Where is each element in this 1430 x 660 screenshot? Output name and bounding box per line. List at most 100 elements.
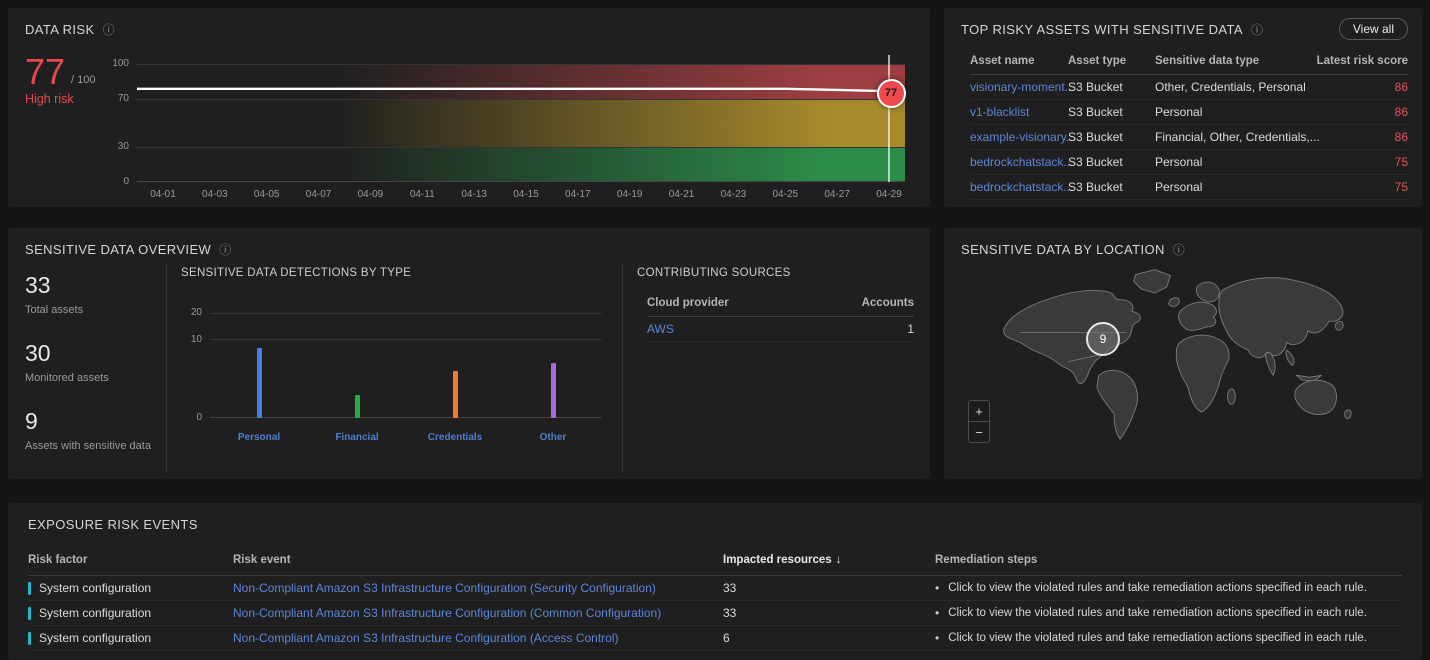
remediation-text: Click to view the violated rules and tak… xyxy=(948,582,1367,594)
x-axis-tick: 04-23 xyxy=(709,189,757,200)
col-accounts: Accounts xyxy=(844,297,914,309)
overview-stat: 9Assets with sensitive data xyxy=(25,410,151,452)
view-all-button[interactable]: View all xyxy=(1339,18,1408,40)
contributing-sources-header: Cloud provider Accounts xyxy=(647,290,914,317)
y-axis-tick: 20 xyxy=(178,307,202,318)
bullet-icon: • xyxy=(935,581,939,595)
stat-label: Monitored assets xyxy=(25,372,109,384)
bar-other[interactable] xyxy=(551,363,556,418)
remediation-text: Click to view the violated rules and tak… xyxy=(948,632,1367,644)
contributing-sources-table: Cloud provider Accounts AWS1 xyxy=(647,290,914,342)
bar-category-label[interactable]: Credentials xyxy=(405,432,505,443)
zoom-out-button[interactable]: − xyxy=(968,421,990,443)
stat-value: 33 xyxy=(25,274,83,297)
risk-factor-cell: System configuration xyxy=(28,606,233,620)
bar-credentials[interactable] xyxy=(453,371,458,418)
sensitive-data-type-cell: Financial, Other, Credentials,... xyxy=(1155,130,1315,144)
risk-score-marker[interactable]: 77 xyxy=(877,79,906,108)
stat-value: 30 xyxy=(25,342,109,365)
bar-category-label[interactable]: Financial xyxy=(307,432,407,443)
detections-by-type-chart: 20100PersonalFinancialCredentialsOther xyxy=(210,313,602,418)
world-map[interactable]: 9 xyxy=(984,261,1384,445)
asset-type-cell: S3 Bucket xyxy=(1068,180,1155,194)
gridline xyxy=(210,339,602,340)
col-risk-event[interactable]: Risk event xyxy=(233,554,723,566)
divider xyxy=(622,264,623,473)
overview-stat: 33 Total assets xyxy=(25,274,83,316)
col-remediation-steps[interactable]: Remediation steps xyxy=(935,554,1402,566)
y-axis-tick: 0 xyxy=(95,176,129,187)
col-asset-name: Asset name xyxy=(970,55,1068,67)
asset-name-link[interactable]: v1-blacklist xyxy=(970,105,1068,119)
sensitive-data-type-cell: Personal xyxy=(1155,180,1315,194)
risk-score-cell: 75 xyxy=(1315,155,1408,169)
y-axis-tick: 10 xyxy=(178,334,202,345)
risk-event-link[interactable]: Non-Compliant Amazon S3 Infrastructure C… xyxy=(233,631,723,645)
exposure-table-header: Risk factor Risk event Impacted resource… xyxy=(28,545,1402,576)
asset-name-link[interactable]: bedrockchatstack... xyxy=(970,180,1068,194)
x-axis-tick: 04-03 xyxy=(191,189,239,200)
bullet-icon: • xyxy=(935,606,939,620)
asset-name-link[interactable]: bedrockchatstack... xyxy=(970,155,1068,169)
zoom-in-button[interactable]: + xyxy=(968,400,990,422)
sensitive-data-overview-panel: SENSITIVE DATA OVERVIEW ⓘ 33 Total assets… xyxy=(8,228,930,479)
x-axis-tick: 04-09 xyxy=(346,189,394,200)
y-axis-tick: 0 xyxy=(178,412,202,423)
risk-score-value: 77 xyxy=(25,56,65,88)
x-axis-tick: 04-15 xyxy=(502,189,550,200)
col-risk-factor[interactable]: Risk factor xyxy=(28,554,233,566)
contributing-sources-title: CONTRIBUTING SOURCES xyxy=(637,267,791,279)
risk-event-link[interactable]: Non-Compliant Amazon S3 Infrastructure C… xyxy=(233,581,723,595)
asset-type-cell: S3 Bucket xyxy=(1068,130,1155,144)
x-axis-tick: 04-13 xyxy=(450,189,498,200)
asset-name-link[interactable]: visionary-moment... xyxy=(970,80,1068,94)
x-axis-tick: 04-27 xyxy=(813,189,861,200)
bar-personal[interactable] xyxy=(257,348,262,418)
sensitive-data-type-cell: Other, Credentials, Personal xyxy=(1155,80,1315,94)
overview-stat: 30 Monitored assets xyxy=(25,342,109,384)
stat-label: Total assets xyxy=(25,304,83,316)
bar-category-label[interactable]: Other xyxy=(503,432,603,443)
accounts-cell: 1 xyxy=(844,322,914,336)
risk-factor-cell: System configuration xyxy=(28,581,233,595)
col-asset-type: Asset type xyxy=(1068,55,1155,67)
risk-trend-line xyxy=(137,64,905,182)
risk-factor-label: System configuration xyxy=(39,581,151,595)
y-axis-tick: 30 xyxy=(95,141,129,152)
y-axis-tick: 70 xyxy=(95,93,129,104)
col-impacted-resources[interactable]: Impacted resources↓ xyxy=(723,554,935,566)
remediation-cell: • Click to view the violated rules and ta… xyxy=(935,581,1402,595)
data-security-dashboard: DATA RISK ⓘ 77 / 100 High risk 100703007… xyxy=(0,0,1430,660)
plus-icon: + xyxy=(975,405,983,418)
risk-score-cell: 75 xyxy=(1315,180,1408,194)
info-icon[interactable]: ⓘ xyxy=(1173,244,1185,256)
risk-event-link[interactable]: Non-Compliant Amazon S3 Infrastructure C… xyxy=(233,606,723,620)
impacted-resources-cell: 6 xyxy=(723,631,935,645)
info-icon[interactable]: ⓘ xyxy=(103,24,115,36)
exposure-risk-events-table: Risk factor Risk event Impacted resource… xyxy=(28,545,1402,651)
bar-financial[interactable] xyxy=(355,395,360,418)
x-axis-tick: 04-11 xyxy=(398,189,446,200)
risk-factor-color-bar xyxy=(28,582,31,595)
col-cloud-provider: Cloud provider xyxy=(647,297,844,309)
sensitive-data-type-cell: Personal xyxy=(1155,105,1315,119)
asset-name-link[interactable]: example-visionary... xyxy=(970,130,1068,144)
info-icon[interactable]: ⓘ xyxy=(219,244,231,256)
risk-score-cell: 86 xyxy=(1315,80,1408,94)
data-risk-panel: DATA RISK ⓘ 77 / 100 High risk 100703007… xyxy=(8,8,930,207)
sort-desc-icon: ↓ xyxy=(836,554,842,566)
x-axis-tick: 04-05 xyxy=(243,189,291,200)
col-sensitive-data-type: Sensitive data type xyxy=(1155,55,1315,67)
sensitive-overview-title: SENSITIVE DATA OVERVIEW xyxy=(25,242,211,257)
risk-factor-color-bar xyxy=(28,607,31,620)
world-map-svg xyxy=(984,261,1384,445)
table-row: AWS1 xyxy=(647,317,914,342)
x-axis-tick: 04-25 xyxy=(761,189,809,200)
table-row: visionary-moment...S3 BucketOther, Crede… xyxy=(970,75,1408,100)
bar-category-label[interactable]: Personal xyxy=(209,432,309,443)
map-cluster-marker[interactable]: 9 xyxy=(1086,322,1120,356)
cloud-provider-link[interactable]: AWS xyxy=(647,322,844,336)
stat-label: Assets with sensitive data xyxy=(25,440,151,452)
info-icon[interactable]: ⓘ xyxy=(1251,24,1263,36)
impacted-resources-cell: 33 xyxy=(723,606,935,620)
